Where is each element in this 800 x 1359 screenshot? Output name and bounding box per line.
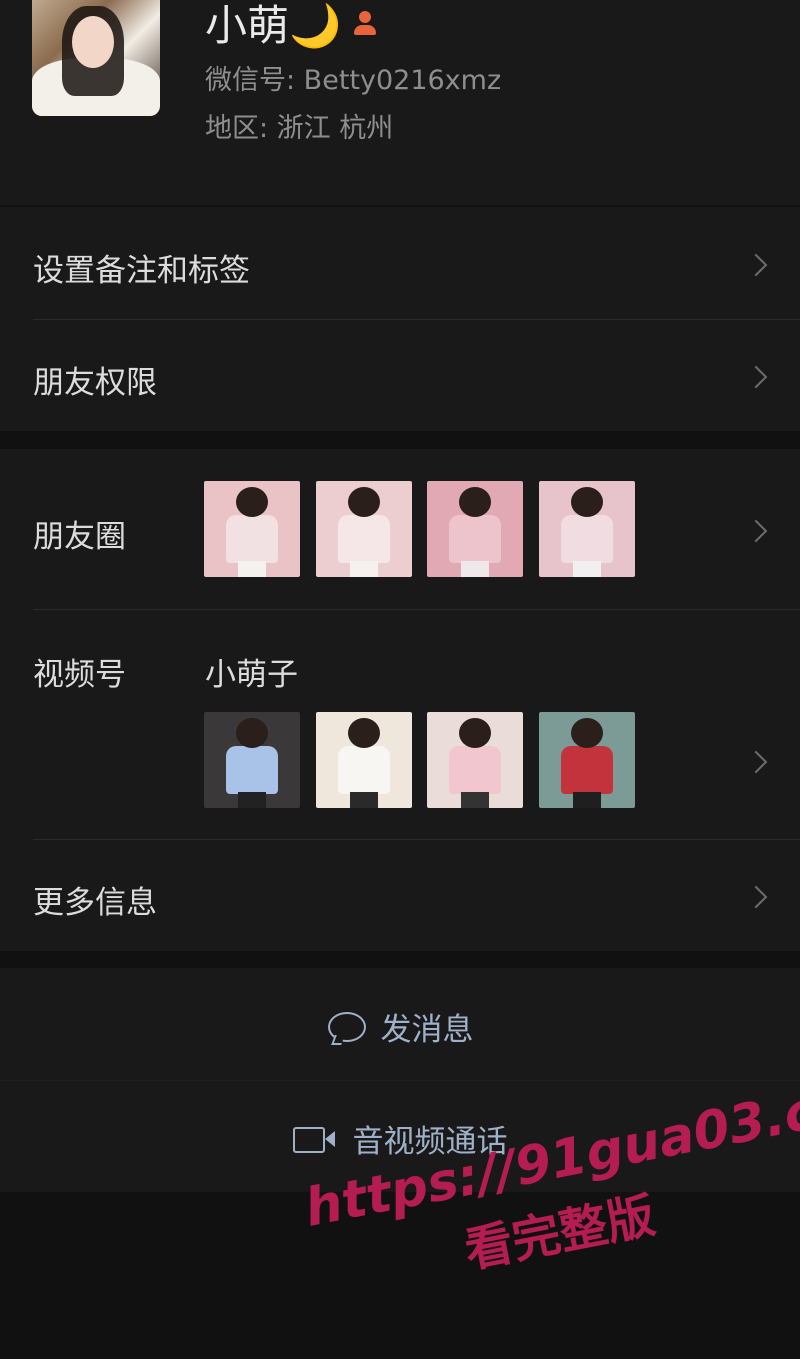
moments-thumbnail[interactable]: [539, 481, 635, 577]
person-icon: [351, 9, 379, 37]
channels-thumbnail[interactable]: [316, 712, 412, 808]
chevron-right-icon: [744, 885, 768, 909]
moments-row[interactable]: 朋友圈: [0, 449, 800, 609]
permissions-row[interactable]: 朋友权限: [0, 319, 800, 431]
channels-thumbnail[interactable]: [427, 712, 523, 808]
video-camera-icon: [292, 1125, 337, 1153]
chevron-right-icon: [744, 750, 768, 774]
remarks-label: 设置备注和标签: [33, 253, 250, 289]
channels-label: 视频号: [33, 657, 126, 693]
moments-thumbnail[interactable]: [316, 481, 412, 577]
chat-bubble-icon: [327, 1011, 366, 1043]
chevron-right-icon: [744, 253, 768, 277]
social-section: 朋友圈 视频号 小萌子 更多信息: [0, 449, 800, 951]
avatar[interactable]: [32, 0, 160, 116]
chevron-right-icon: [744, 519, 768, 543]
remarks-row[interactable]: 设置备注和标签: [0, 207, 800, 319]
more-info-row[interactable]: 更多信息: [0, 839, 800, 951]
send-message-label: 发消息: [380, 1012, 474, 1048]
moments-thumbnail[interactable]: [204, 481, 300, 577]
permissions-label: 朋友权限: [33, 365, 157, 401]
send-message-button[interactable]: 发消息: [0, 1004, 800, 1051]
more-info-label: 更多信息: [33, 885, 157, 921]
wechat-id: 微信号: Betty0216xmz: [205, 65, 502, 96]
profile-name: 小萌🌙: [205, 1, 342, 50]
divider: [0, 1080, 800, 1081]
chevron-right-icon: [744, 365, 768, 389]
channels-row[interactable]: 视频号 小萌子: [0, 609, 800, 839]
moments-label: 朋友圈: [33, 519, 126, 555]
profile-header: 小萌🌙 微信号: Betty0216xmz 地区: 浙江 杭州: [0, 0, 800, 205]
channels-thumbnail[interactable]: [204, 712, 300, 808]
settings-section: 设置备注和标签 朋友权限: [0, 207, 800, 431]
profile-name-row: 小萌🌙: [205, 0, 379, 53]
region: 地区: 浙江 杭州: [205, 113, 394, 144]
channels-name: 小萌子: [205, 657, 298, 693]
channels-thumbnail[interactable]: [539, 712, 635, 808]
moments-thumbnail[interactable]: [427, 481, 523, 577]
